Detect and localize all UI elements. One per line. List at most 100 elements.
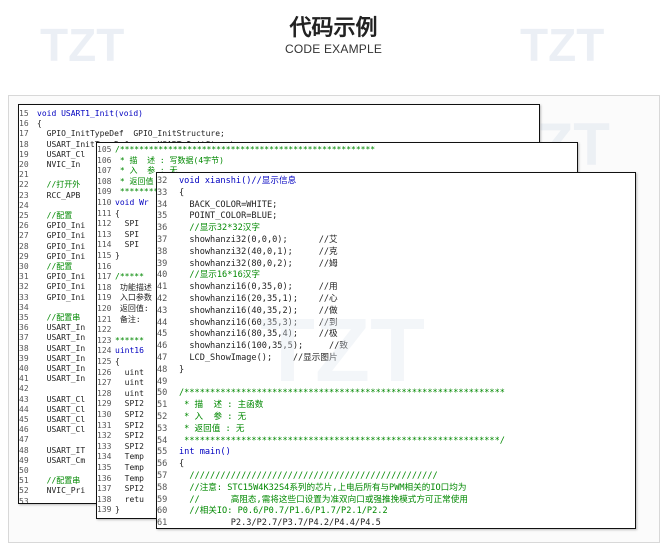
- line-text: USART_Cl: [37, 394, 86, 404]
- line-number: 36: [157, 223, 168, 234]
- code-line: 24: [19, 201, 37, 210]
- line-text: SPI: [115, 240, 140, 250]
- line-text: ****************************************…: [179, 435, 505, 446]
- code-line: 60 //相关IO: P0.6/P0.7/P1.6/P1.7/P2.1/P2.2: [157, 506, 388, 516]
- line-text: //配置串: [37, 313, 81, 322]
- line-number: 131: [97, 420, 112, 430]
- line-number: 115: [97, 251, 112, 260]
- line-text: ////////////////////////////////////////…: [179, 471, 438, 481]
- line-text: Temp: [115, 473, 144, 483]
- code-line: 40 //显示16*16汉字: [157, 270, 260, 280]
- line-text: //注意: STC15W4K32S4系列的芯片,上电后所有与PWM相关的IO口均…: [179, 482, 467, 493]
- line-number: 37: [157, 235, 168, 245]
- line-text: }: [115, 505, 120, 515]
- code-line: 16 {: [19, 119, 42, 128]
- line-text: P2.3/P2.7/P3.7/P4.2/P4.4/P4.5: [179, 518, 381, 529]
- line-text: // 高阻态,需将这些口设置为准双向口或强推挽模式方可正常使用: [179, 494, 468, 505]
- code-line: 30 //配置: [19, 262, 72, 271]
- code-line: 52 * 入 参 : 无: [157, 412, 246, 422]
- line-text: //显示32*32汉字: [179, 223, 260, 234]
- code-line: 131 SPI2: [97, 421, 144, 430]
- line-number: 41: [157, 282, 168, 293]
- code-line: 39 showhanzi32(80,0,2); //姆: [157, 259, 338, 269]
- line-number: 42: [19, 384, 29, 394]
- code-line: 136 Temp: [97, 474, 144, 483]
- line-number: 16: [19, 119, 29, 129]
- line-number: 128: [97, 388, 112, 398]
- line-text: USART_In: [37, 364, 86, 373]
- line-text: retu: [115, 494, 144, 504]
- code-line: 37 USART_In: [19, 333, 85, 342]
- code-line: 36 USART_In: [19, 323, 85, 332]
- line-number: 19: [19, 149, 29, 159]
- code-line: 114 SPI: [97, 240, 139, 249]
- line-number: 23: [19, 190, 29, 200]
- line-text: int main(): [179, 447, 231, 458]
- code-line: 118 功能描述: [97, 283, 152, 292]
- line-text: {: [37, 119, 42, 129]
- code-line: 55 int main(): [157, 447, 231, 457]
- line-number: 114: [97, 240, 112, 250]
- code-line: 44 USART_Cl: [19, 405, 85, 414]
- code-line: 47: [19, 435, 37, 444]
- code-line: 17 GPIO_InitTypeDef GPIO_InitStructure;: [19, 129, 225, 138]
- line-number: 33: [19, 292, 29, 302]
- code-line: 116: [97, 262, 115, 271]
- line-number: 37: [19, 333, 29, 343]
- code-line: 38 USART_In: [19, 344, 85, 353]
- code-line: 127 uint: [97, 378, 144, 387]
- line-number: 135: [97, 463, 112, 472]
- code-line: 51 //配置串: [19, 476, 80, 485]
- code-line: 38 showhanzi32(40,0,1); //克: [157, 247, 338, 257]
- code-line: 56 {: [157, 459, 184, 469]
- code-line: 117/*****: [97, 272, 144, 281]
- line-number: 110: [97, 198, 112, 207]
- code-line: 43 USART_Cl: [19, 395, 85, 404]
- code-line: 120 返回值:: [97, 304, 149, 313]
- line-text: void Wr: [115, 198, 149, 207]
- line-number: 125: [97, 357, 112, 366]
- line-number: 39: [157, 258, 168, 269]
- line-number: 39: [19, 353, 29, 363]
- line-text: USART_IT: [37, 445, 86, 455]
- line-number: 55: [157, 447, 168, 458]
- line-number: 45: [19, 415, 29, 424]
- line-text: //配置串: [37, 476, 81, 486]
- line-number: 27: [19, 231, 29, 241]
- code-line: 123 ******: [97, 336, 144, 345]
- line-text: USART_In: [37, 343, 86, 353]
- line-number: 56: [157, 459, 168, 470]
- code-line: 52 NVIC_Pri: [19, 486, 85, 495]
- line-text: /***************************************…: [115, 145, 376, 154]
- line-number: 31: [19, 272, 29, 282]
- line-text: NVIC_In: [37, 160, 81, 169]
- line-number: 122: [97, 325, 112, 335]
- line-number: 32: [157, 176, 168, 186]
- watermark-logo-center: TZT: [260, 301, 425, 401]
- code-line: 21: [19, 170, 37, 179]
- code-line: 57 /////////////////////////////////////…: [157, 471, 438, 481]
- line-number: 49: [157, 376, 168, 387]
- line-number: 46: [157, 341, 168, 352]
- code-line: 45 USART_Cl: [19, 415, 85, 424]
- line-text: GPIO_Ini: [37, 272, 86, 282]
- line-number: 121: [97, 314, 112, 324]
- line-number: 35: [19, 313, 29, 322]
- code-line: 138 retu: [97, 495, 144, 504]
- line-text: USART_In: [37, 374, 86, 384]
- line-text: SPI2: [115, 484, 144, 494]
- code-line: 41 showhanzi16(0,35,0); //用: [157, 282, 338, 292]
- line-text: GPIO_Ini: [37, 231, 86, 241]
- line-number: 54: [157, 435, 168, 446]
- watermark-logo-top-left: TZT: [40, 19, 125, 71]
- line-number: 126: [97, 367, 112, 377]
- code-line: 115}: [97, 251, 120, 260]
- line-text: GPIO_Ini: [37, 221, 86, 231]
- line-text: uint: [115, 388, 144, 398]
- line-number: 52: [157, 412, 168, 422]
- line-text: GPIO_Ini: [37, 251, 86, 261]
- code-line: 132 SPI2: [97, 431, 144, 440]
- line-number: 132: [97, 431, 112, 441]
- line-text: USART_In: [37, 333, 86, 343]
- line-number: 107: [97, 166, 112, 176]
